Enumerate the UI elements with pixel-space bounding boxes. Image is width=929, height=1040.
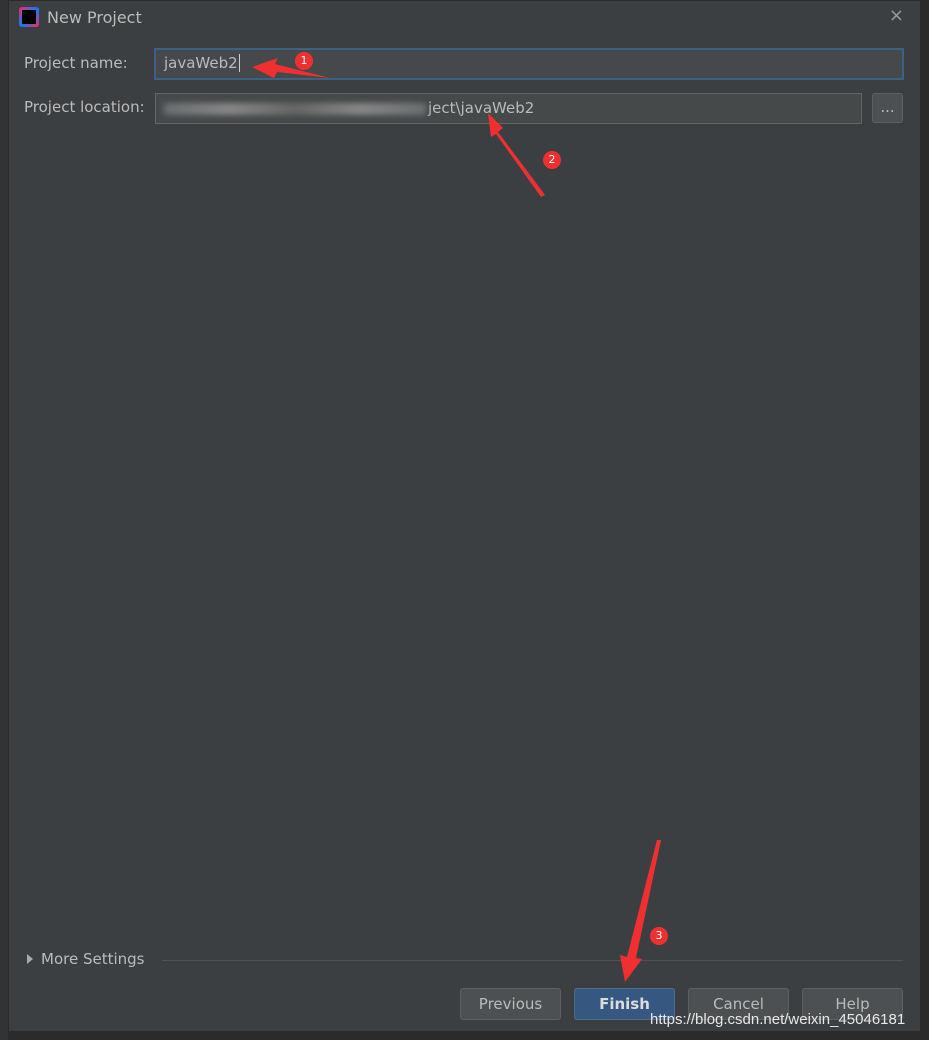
- annotation-marker-1: 1: [295, 52, 313, 70]
- annotation-marker-2: 2: [543, 151, 561, 169]
- annotation-arrows: [252, 58, 661, 982]
- arrow-1: [252, 58, 330, 78]
- arrow-2: [488, 113, 545, 197]
- arrow-3: [620, 840, 661, 982]
- annotation-marker-3: 3: [650, 927, 668, 945]
- watermark: https://blog.csdn.net/weixin_45046181: [650, 1011, 906, 1028]
